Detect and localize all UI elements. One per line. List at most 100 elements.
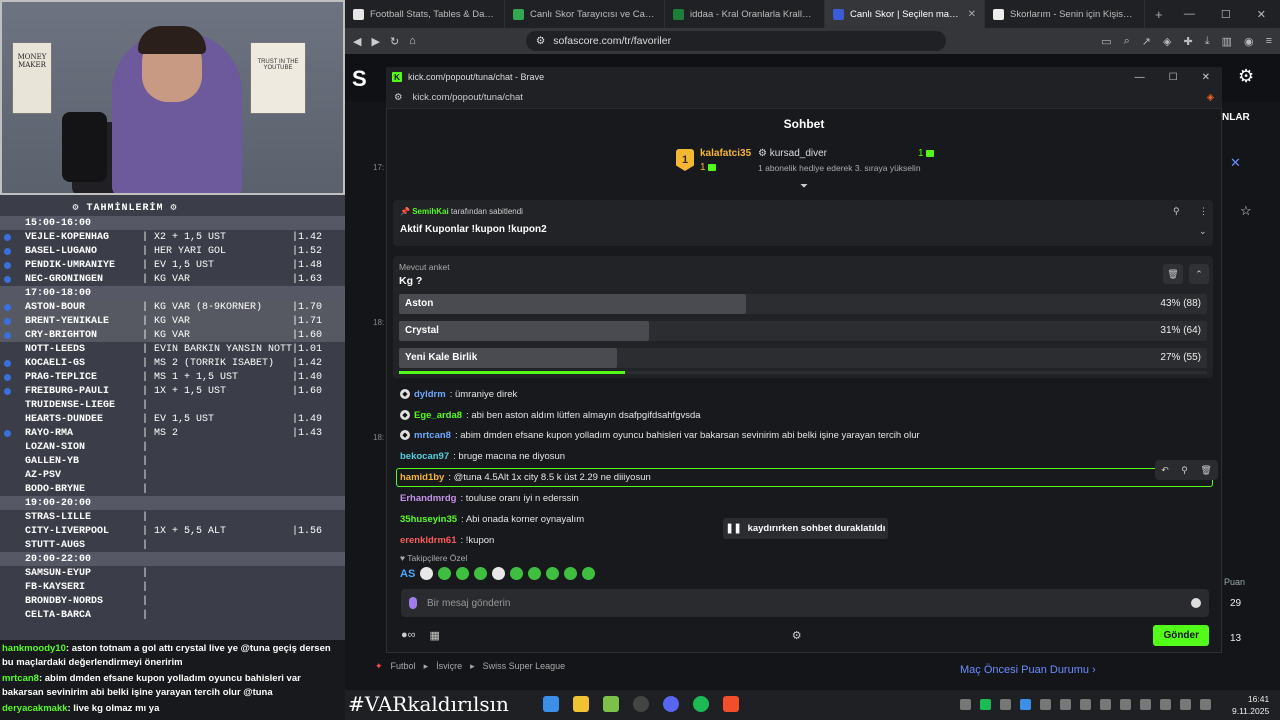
emoji-picker-icon[interactable] (1191, 598, 1201, 608)
chevron-down-icon[interactable]: ⌄ (1199, 226, 1207, 237)
chat-message-input[interactable] (427, 597, 1181, 609)
breadcrumb-item[interactable]: İsviçre (436, 661, 462, 671)
poll-option[interactable]: Aston 43% (88) (399, 294, 1207, 314)
reload-icon[interactable]: ↻ (390, 35, 399, 48)
tray-icon[interactable] (1100, 699, 1111, 710)
settings-gear-icon[interactable]: ⚙ (1238, 66, 1254, 87)
emote[interactable] (492, 567, 506, 580)
vpn-icon[interactable]: ◉ (1244, 35, 1254, 48)
download-icon[interactable]: ⤓ (1205, 35, 1210, 48)
sidebar-icon[interactable]: ▥ (1222, 35, 1232, 48)
chat-username[interactable]: Ege_arda8 (414, 410, 462, 421)
chat-username[interactable]: bekocan97 (400, 451, 449, 462)
chat-username[interactable]: erenkldrm61 (400, 535, 457, 546)
back-icon[interactable]: ◀ (353, 35, 361, 48)
extensions-icon[interactable]: ✚ (1183, 35, 1192, 48)
browser-tab[interactable]: iddaa - Kral Oranlarla Krallar Gibi Kaz (665, 0, 825, 28)
tray-icon[interactable] (1020, 699, 1031, 710)
minimize-icon[interactable]: — (1135, 72, 1145, 83)
more-options-icon[interactable]: ⋮ (1199, 206, 1208, 217)
reply-icon[interactable]: ↶ (1161, 465, 1169, 476)
breadcrumb-item[interactable]: Futbol (391, 661, 416, 671)
poll-option[interactable]: Yeni Kale Birlik 27% (55) (399, 348, 1207, 368)
expand-icon[interactable]: ⏷ (800, 181, 808, 192)
site-nav-label[interactable]: NLAR (1222, 112, 1250, 123)
emote[interactable] (420, 567, 434, 580)
tray-icon[interactable] (980, 699, 991, 710)
taskbar-clock[interactable]: 16:41 9.11.2025 (1232, 693, 1269, 717)
emote[interactable] (510, 567, 524, 580)
home-icon[interactable]: ⌂ (409, 35, 416, 47)
unpin-icon[interactable]: ⚲ (1173, 206, 1180, 217)
chat-message[interactable]: Erhandmrdg: touluse oranı iyi n ederssin (400, 491, 579, 505)
chat-message[interactable]: erenkldrm61: !kupon (400, 533, 494, 547)
brave-shield-icon[interactable]: ◈ (1207, 92, 1214, 103)
zoom-icon[interactable]: ⌕ (1124, 35, 1130, 48)
chat-message[interactable]: ◆ mrtcan8: abim dmden efsane kupon yollad… (400, 428, 920, 442)
tray-icon[interactable] (1040, 699, 1051, 710)
delete-message-icon[interactable]: 🗑 (1200, 465, 1211, 476)
emote[interactable] (564, 567, 578, 580)
emote[interactable] (456, 567, 470, 580)
chat-settings-icon[interactable]: ⚙ (792, 629, 802, 642)
tray-icon[interactable] (1140, 699, 1151, 710)
kicks-icon[interactable]: ●∞ (401, 629, 416, 641)
breadcrumb-item[interactable]: Swiss Super League (483, 661, 566, 671)
tray-icon[interactable] (1060, 699, 1071, 710)
tray-icon[interactable] (1080, 699, 1091, 710)
close-icon[interactable]: ✕ (1257, 8, 1266, 21)
file-explorer-icon[interactable] (573, 696, 589, 712)
maximize-icon[interactable]: ☐ (1169, 72, 1178, 83)
minimize-icon[interactable]: — (1184, 8, 1195, 20)
share-icon[interactable]: ↗ (1142, 35, 1151, 48)
chat-message[interactable]: ◆ dyldrm: ümraniye direk (400, 387, 517, 401)
tray-icon[interactable] (1120, 699, 1131, 710)
close-icon[interactable]: ✕ (1202, 72, 1210, 83)
star-icon[interactable]: ☆ (1240, 203, 1252, 219)
spotify-icon[interactable] (693, 696, 709, 712)
chat-message[interactable]: ◆ Ege_arda8: abi ben aston aldım lütfen a… (400, 408, 701, 422)
volume-icon[interactable] (1200, 699, 1211, 710)
browser-tab[interactable]: Canlı Skor | Seçilen maçlar için ✕ (825, 0, 985, 28)
pinned-message[interactable]: 📌 SemihKai tarafından sabitlendi Aktif K… (393, 200, 1213, 246)
cast-icon[interactable]: ▭ (1101, 35, 1111, 48)
pin-message-icon[interactable]: ⚲ (1181, 465, 1188, 476)
forward-icon[interactable]: ▶ (371, 35, 379, 48)
site-info-icon[interactable]: ⚙ (394, 92, 403, 103)
emote[interactable] (546, 567, 560, 580)
site-info-icon[interactable]: ⚙ (536, 35, 545, 47)
discord-icon[interactable] (663, 696, 679, 712)
maximize-icon[interactable]: ☐ (1221, 8, 1231, 21)
emote[interactable]: AS (400, 568, 415, 580)
delete-poll-icon[interactable]: 🗑 (1163, 264, 1183, 284)
wifi-icon[interactable] (1180, 699, 1191, 710)
chat-username[interactable]: 35huseyin35 (400, 514, 457, 525)
store-icon[interactable]: ▦ (430, 629, 440, 642)
chat-message[interactable]: bekocan97: bruge macına ne diyosun (400, 449, 565, 463)
shield-icon[interactable]: ◈ (1163, 35, 1171, 48)
emote[interactable] (528, 567, 542, 580)
chat-username[interactable]: Erhandmrdg (400, 493, 456, 504)
menu-icon[interactable]: ≡ (1266, 35, 1272, 48)
brave-icon[interactable] (723, 696, 739, 712)
tray-icon[interactable] (1000, 699, 1011, 710)
chat-username[interactable]: mrtcan8 (414, 430, 451, 441)
standings-link[interactable]: Maç Öncesi Puan Durumu › (960, 664, 1096, 676)
close-tab-icon[interactable]: ✕ (968, 9, 976, 20)
address-bar[interactable]: ⚙ sofascore.com/tr/favoriler (525, 31, 946, 51)
microphone-icon[interactable] (409, 597, 417, 609)
emote[interactable] (474, 567, 488, 580)
tray-icon[interactable] (1160, 699, 1171, 710)
collapse-poll-icon[interactable]: ⌃ (1189, 264, 1209, 284)
new-tab-icon[interactable]: + (1145, 0, 1173, 28)
close-icon[interactable]: ✕ (1230, 155, 1241, 171)
chat-message[interactable]: 35huseyin35: Abi onada korner oynayalım (400, 512, 584, 526)
browser-tab[interactable]: Skorlarım - Senin için Kişiselleştirilmi… (985, 0, 1145, 28)
second-gifter[interactable]: ⚙ kursad_diver (758, 148, 827, 159)
browser-tab[interactable]: Football Stats, Tables & Data | Soccer (345, 0, 505, 28)
top-gifter-name[interactable]: kalafatci35 (700, 148, 751, 159)
chat-paused-toast[interactable]: ❚❚ kaydırırken sohbet duraklatıldı (723, 518, 888, 539)
poll-option[interactable]: Crystal 31% (64) (399, 321, 1207, 341)
emote[interactable] (582, 567, 596, 580)
emote[interactable] (438, 567, 452, 580)
